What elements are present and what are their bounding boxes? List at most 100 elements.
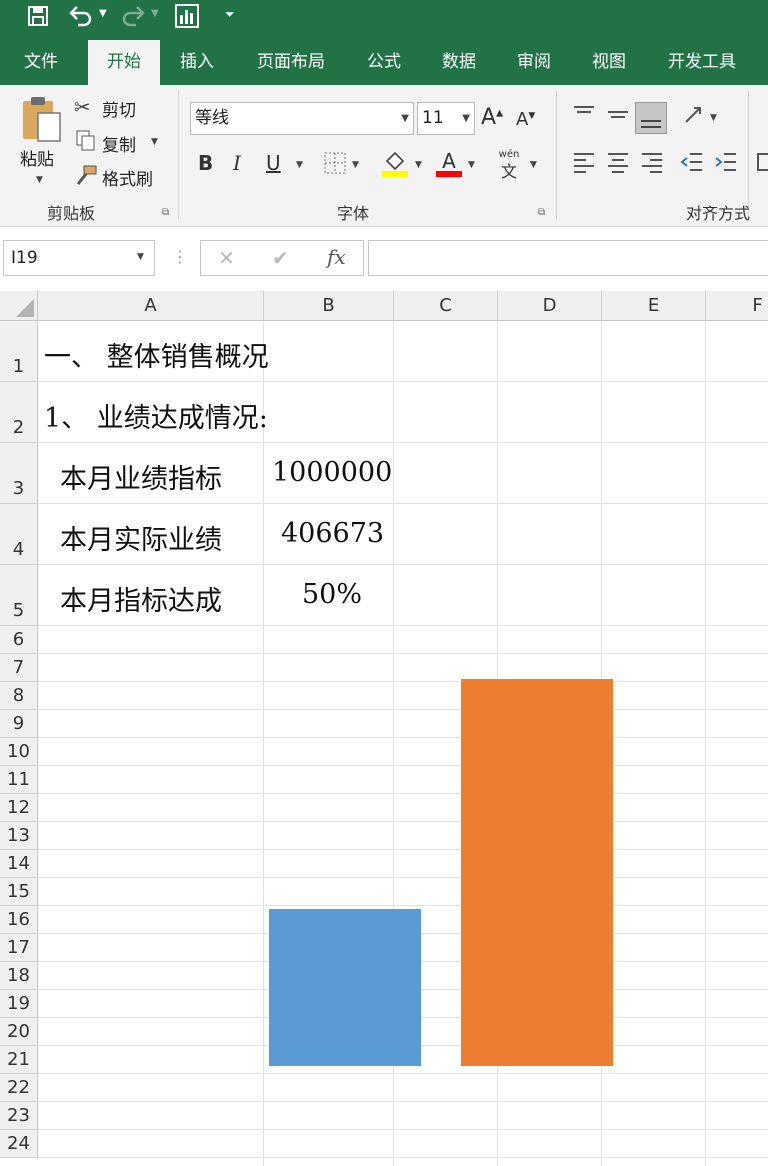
tab-view[interactable]: 视图 (577, 40, 641, 85)
font-color-dropdown-icon[interactable]: ▼ (468, 160, 475, 170)
undo-dropdown-icon[interactable]: ▼ (99, 8, 107, 19)
underline-dropdown-icon[interactable]: ▼ (296, 160, 303, 170)
fill-color-dropdown-icon[interactable]: ▼ (415, 160, 422, 170)
font-name-combo[interactable]: 等线 ▼ (190, 102, 414, 135)
format-painter-button[interactable]: 格式刷 (102, 165, 153, 190)
cell-b4[interactable]: 406673 (281, 518, 384, 549)
row-header-11[interactable]: 11 (0, 766, 38, 794)
row-header-9[interactable]: 9 (0, 710, 38, 738)
copy-button[interactable]: 复制 (102, 131, 136, 156)
phonetic-dropdown-icon[interactable]: ▼ (530, 160, 537, 170)
scissors-icon[interactable]: ✂ (74, 95, 91, 119)
tab-home[interactable]: 开始 (88, 40, 160, 85)
bold-icon[interactable]: B (198, 151, 213, 175)
wrap-text-icon[interactable] (756, 151, 768, 173)
borders-icon[interactable] (324, 152, 346, 174)
tab-insert[interactable]: 插入 (165, 40, 229, 85)
row-header-1[interactable]: 1 (0, 321, 38, 382)
orientation-dropdown-icon[interactable]: ▼ (710, 113, 717, 123)
chevron-down-icon[interactable]: ▼ (462, 103, 470, 134)
save-icon[interactable] (26, 4, 50, 28)
cell-a4[interactable]: 本月实际业绩 (60, 518, 222, 557)
cell-a1[interactable]: 一、 整体销售概况 (44, 335, 269, 374)
chevron-down-icon[interactable]: ▼ (137, 252, 144, 262)
row-header-16[interactable]: 16 (0, 906, 38, 934)
align-left-icon[interactable] (572, 151, 596, 173)
column-header-e[interactable]: E (602, 291, 706, 321)
font-color-icon[interactable]: A (436, 149, 462, 177)
tab-page-layout[interactable]: 页面布局 (246, 40, 336, 85)
row-header-7[interactable]: 7 (0, 654, 38, 682)
row-header-23[interactable]: 23 (0, 1102, 38, 1130)
enter-icon[interactable]: ✔ (272, 246, 289, 270)
align-right-icon[interactable] (640, 151, 664, 173)
row-header-15[interactable]: 15 (0, 878, 38, 906)
row-header-2[interactable]: 2 (0, 382, 38, 443)
dialog-launcher-icon[interactable]: ⧉ (162, 207, 169, 218)
cancel-icon[interactable]: ✕ (218, 246, 235, 270)
chart-bar-actual[interactable] (269, 908, 421, 1066)
font-size-combo[interactable]: 11 ▼ (417, 102, 475, 135)
increase-indent-icon[interactable] (714, 151, 738, 173)
tab-file[interactable]: 文件 (8, 40, 74, 85)
column-header-f[interactable]: F (706, 291, 768, 321)
row-header-6[interactable]: 6 (0, 626, 38, 654)
row-header-18[interactable]: 18 (0, 962, 38, 990)
phonetic-guide-icon[interactable]: wén 文 (496, 149, 522, 182)
row-header-17[interactable]: 17 (0, 934, 38, 962)
orientation-icon[interactable] (682, 104, 706, 126)
format-painter-icon[interactable] (74, 164, 98, 186)
name-box[interactable]: I19 ▼ (3, 240, 155, 276)
decrease-font-size-icon[interactable]: A▼ (516, 109, 535, 130)
row-header-24[interactable]: 24 (0, 1130, 38, 1158)
cell-a5[interactable]: 本月指标达成 (60, 579, 222, 618)
chevron-down-icon[interactable]: ▼ (401, 103, 409, 134)
paste-label[interactable]: 粘贴 (20, 145, 54, 170)
column-header-d[interactable]: D (498, 291, 602, 321)
increase-font-size-icon[interactable]: A▲ (481, 105, 503, 130)
top-align-icon[interactable] (572, 105, 596, 123)
middle-align-icon[interactable] (606, 105, 630, 123)
cell-a2[interactable]: 1、 业绩达成情况: (44, 396, 268, 435)
cell-a3[interactable]: 本月业绩指标 (60, 457, 222, 496)
borders-dropdown-icon[interactable]: ▼ (352, 160, 359, 170)
paste-icon[interactable] (20, 95, 64, 143)
dialog-launcher-icon[interactable]: ⧉ (538, 207, 545, 218)
row-header-14[interactable]: 14 (0, 850, 38, 878)
cut-button[interactable]: 剪切 (102, 96, 136, 121)
bottom-align-button[interactable] (635, 102, 667, 134)
customize-toolbar-icon[interactable]: ⏷ (225, 7, 235, 22)
chart-icon[interactable] (174, 3, 200, 29)
row-header-21[interactable]: 21 (0, 1046, 38, 1074)
copy-icon[interactable] (76, 130, 96, 152)
column-header-a[interactable]: A (38, 291, 264, 321)
fill-color-icon[interactable] (382, 149, 408, 177)
row-header-8[interactable]: 8 (0, 682, 38, 710)
tab-review[interactable]: 审阅 (502, 40, 566, 85)
tab-developer[interactable]: 开发工具 (657, 40, 747, 85)
copy-dropdown-icon[interactable]: ▼ (151, 137, 158, 147)
row-header-4[interactable]: 4 (0, 504, 38, 565)
row-header-20[interactable]: 20 (0, 1018, 38, 1046)
underline-icon[interactable]: U (266, 151, 281, 175)
select-all-corner[interactable] (0, 291, 38, 321)
formula-input[interactable] (368, 240, 768, 276)
row-header-3[interactable]: 3 (0, 443, 38, 504)
chart-bar-target[interactable] (461, 679, 613, 1066)
column-header-c[interactable]: C (394, 291, 498, 321)
undo-icon[interactable] (68, 4, 94, 28)
insert-function-icon[interactable]: fx (327, 245, 346, 269)
align-center-icon[interactable] (606, 151, 630, 173)
row-header-13[interactable]: 13 (0, 822, 38, 850)
decrease-indent-icon[interactable] (680, 151, 704, 173)
cell-b3[interactable]: 1000000 (272, 457, 392, 488)
italic-icon[interactable]: I (233, 151, 241, 175)
row-header-19[interactable]: 19 (0, 990, 38, 1018)
cell-b5[interactable]: 50% (302, 579, 362, 610)
row-header-22[interactable]: 22 (0, 1074, 38, 1102)
column-header-b[interactable]: B (264, 291, 394, 321)
row-header-5[interactable]: 5 (0, 565, 38, 626)
tab-formulas[interactable]: 公式 (352, 40, 416, 85)
row-header-12[interactable]: 12 (0, 794, 38, 822)
paste-dropdown-icon[interactable]: ▼ (36, 175, 43, 185)
